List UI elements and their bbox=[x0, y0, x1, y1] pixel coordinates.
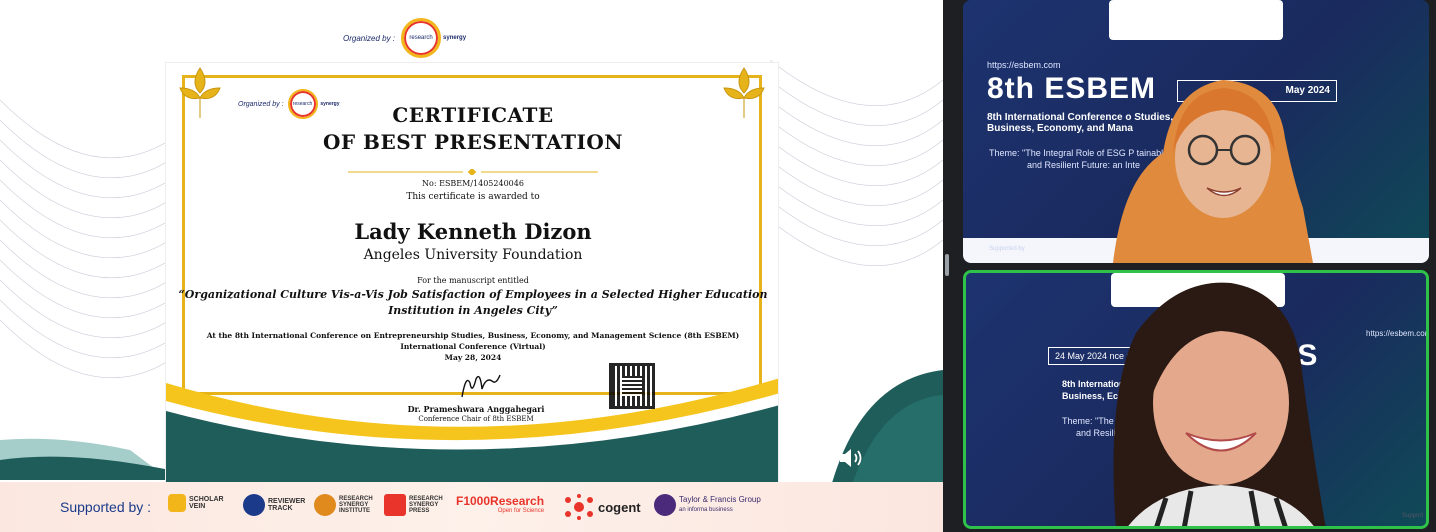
recipient-name: Lady Kenneth Dizon bbox=[354, 219, 592, 244]
rsi-icon bbox=[314, 494, 336, 516]
organizer-header: Organized by : research synergy bbox=[343, 18, 466, 58]
participant-1-person bbox=[1113, 80, 1313, 263]
organized-by-label: Organized by : bbox=[343, 33, 396, 43]
recipient-institution: Angeles University Foundation bbox=[363, 247, 583, 263]
participant-video-tile-1[interactable]: https://esbem.com 8th ESBEM May 2024 8th… bbox=[963, 0, 1429, 263]
manuscript-title-line2: Institution in Angeles City” bbox=[388, 304, 558, 317]
background2-url: https://esbem.com bbox=[1366, 329, 1429, 338]
background2-supported: Support bbox=[1402, 513, 1424, 519]
cogent-icon bbox=[565, 494, 593, 520]
speaker-volume-icon[interactable] bbox=[838, 446, 866, 470]
background-logo-card bbox=[1109, 0, 1283, 40]
research-synergy-logo: research synergy bbox=[401, 18, 466, 58]
decorative-wave-left bbox=[0, 99, 170, 480]
certificate: Organized by : research synergy CERTIFIC… bbox=[165, 62, 779, 486]
signer-name: Dr. Prameshwara Anggahegari bbox=[407, 404, 545, 414]
shared-screen: Organized by : research synergy Organize… bbox=[0, 0, 943, 532]
sponsor-scholar-vein: SCHOLAR VEIN bbox=[168, 494, 224, 512]
manuscript-label: For the manuscript entitled bbox=[417, 276, 529, 285]
background-url: https://esbem.com bbox=[987, 60, 1061, 70]
qr-code bbox=[609, 363, 655, 409]
conference-line2: International Conference (Virtual) bbox=[400, 342, 546, 351]
taylor-francis-icon bbox=[654, 494, 676, 516]
sponsor-research-synergy-institute: RESEARCH SYNERGY INSTITUTE bbox=[314, 494, 373, 516]
meeting-window: Organized by : research synergy Organize… bbox=[0, 0, 1436, 532]
panel-resize-handle[interactable] bbox=[945, 254, 949, 276]
scholar-vein-icon bbox=[168, 494, 186, 512]
awarded-text: This certificate is awarded to bbox=[406, 192, 540, 202]
conference-line1: At the 8th International Conference on E… bbox=[206, 331, 740, 340]
signature bbox=[461, 374, 501, 398]
participant-video-tile-2[interactable]: https://esbem.com 8th ES 24 May 2024 nce… bbox=[963, 270, 1429, 529]
participant-2-person bbox=[1113, 282, 1326, 526]
manuscript-title-line1: “Organizational Culture Vis-a-Vis Job Sa… bbox=[178, 288, 768, 301]
sponsor-reviewer-track: REVIEWER TRACK bbox=[243, 494, 305, 516]
certificate-divider bbox=[348, 169, 598, 175]
sponsor-taylor-francis: Taylor & Francis Group an informa busines… bbox=[654, 494, 761, 516]
signer-role: Conference Chair of 8th ESBEM bbox=[418, 415, 534, 423]
decorative-wave-right bbox=[770, 59, 943, 490]
supported-by-label: Supported by : bbox=[60, 499, 152, 515]
certificate-title-line1: CERTIFICATE bbox=[392, 103, 554, 127]
sponsor-research-synergy-press: RESEARCH SYNERGY PRESS bbox=[384, 494, 443, 516]
reviewer-track-icon bbox=[243, 494, 265, 516]
certificate-number: No: ESBEM/1405240046 bbox=[422, 179, 524, 188]
rsp-icon bbox=[384, 494, 406, 516]
sponsor-cogent: cogent bbox=[563, 494, 641, 520]
certificate-date: May 28, 2024 bbox=[444, 353, 502, 362]
sponsor-f1000research: F1000Research Open for Science bbox=[456, 494, 545, 514]
background-supported: Supported by bbox=[989, 246, 1025, 252]
certificate-title-line2: OF BEST PRESENTATION bbox=[322, 130, 624, 154]
